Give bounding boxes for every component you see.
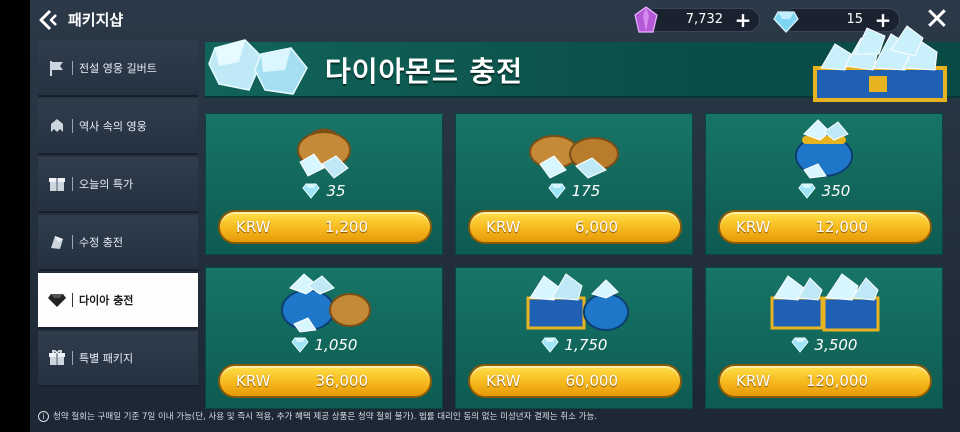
diamond-icon	[798, 183, 816, 199]
package-card[interactable]: 3,500 KRW 120,000	[705, 267, 943, 409]
add-crystal-button[interactable]: +	[733, 10, 753, 30]
price-value: 60,000	[565, 372, 619, 390]
price-currency: KRW	[486, 218, 521, 236]
price-currency: KRW	[736, 372, 771, 390]
sidebar: 전설 영웅 길버트 역사 속의 영웅 오늘의 특가 수정 충전 다이아 충전 특…	[38, 41, 198, 405]
refund-notice-text: 청약 철회는 구매일 기준 7일 이내 가능(단, 사용 및 즉시 적용, 추가…	[53, 412, 597, 422]
package-art	[529, 135, 619, 179]
footer-notice: i 청약 철회는 구매일 기준 7일 이내 가능(단, 사용 및 즉시 적용, …	[38, 410, 597, 422]
price-value: 36,000	[315, 372, 369, 390]
package-art	[526, 273, 629, 331]
treasure-chest-illustration	[813, 25, 947, 102]
sidebar-item-special-package[interactable]: 특별 패키지	[38, 331, 198, 387]
diamond-icon	[302, 183, 321, 199]
package-art	[795, 119, 853, 179]
diamond-amount-row: 350	[706, 182, 942, 200]
diamond-amount-row: 1,050	[206, 336, 442, 354]
sidebar-item-label: 수정 충전	[79, 236, 123, 249]
package-art	[770, 273, 880, 332]
package-art	[297, 128, 351, 179]
sidebar-item-label: 다이아 충전	[79, 294, 134, 307]
sidebar-item-label: 특별 패키지	[79, 352, 134, 365]
diamond-amount: 350	[821, 182, 851, 200]
package-card[interactable]: 35 KRW 1,200	[205, 113, 443, 255]
buy-button[interactable]: KRW 1,200	[218, 210, 432, 244]
price-currency: KRW	[236, 372, 271, 390]
diamond-amount-row: 175	[456, 182, 692, 200]
diamond-amount: 35	[326, 182, 346, 200]
buy-button[interactable]: KRW 12,000	[718, 210, 932, 244]
price-value: 12,000	[815, 218, 869, 236]
diamond-icon	[548, 183, 566, 199]
info-icon: i	[38, 410, 49, 422]
diamond-amount: 1,050	[314, 336, 358, 354]
price-currency: KRW	[486, 372, 521, 390]
buy-button[interactable]: KRW 120,000	[718, 364, 932, 398]
diamonds-illustration	[208, 39, 308, 95]
gift-icon	[46, 347, 68, 369]
diamond-icon	[540, 337, 559, 353]
back-arrow-icon	[39, 9, 57, 31]
package-card[interactable]: 1,050 KRW 36,000	[205, 267, 443, 409]
package-art	[281, 273, 371, 333]
price-value: 6,000	[575, 218, 618, 236]
diamond-amount: 175	[571, 182, 601, 200]
diamond-amount-row: 35	[206, 182, 442, 200]
separator	[72, 351, 73, 365]
price-currency: KRW	[736, 218, 771, 236]
separator	[72, 177, 73, 191]
separator	[72, 293, 73, 307]
sidebar-item-historic-heroes[interactable]: 역사 속의 영웅	[38, 99, 198, 155]
sidebar-item-daily-deal[interactable]: 오늘의 특가	[38, 157, 198, 213]
sidebar-item-crystal-charge[interactable]: 수정 충전	[38, 215, 198, 271]
shop-screen: 패키지샵 7,732 + 15 + ✕ 전설 영웅 길버트 역사 속의 영웅 오…	[30, 0, 960, 432]
diamond-amount-row: 3,500	[706, 336, 942, 354]
crystal-value: 7,732	[685, 12, 723, 27]
package-card[interactable]: 350 KRW 12,000	[705, 113, 943, 255]
buy-button[interactable]: KRW 6,000	[468, 210, 682, 244]
crystal-icon	[46, 231, 68, 253]
separator	[72, 61, 73, 75]
back-button[interactable]	[36, 6, 62, 34]
buy-button[interactable]: KRW 36,000	[218, 364, 432, 398]
diamond-icon	[290, 337, 309, 353]
sidebar-item-legendary-hero[interactable]: 전설 영웅 길버트	[38, 41, 198, 97]
banner-title: 다이아몬드 충전	[325, 55, 524, 88]
package-card[interactable]: 175 KRW 6,000	[455, 113, 693, 255]
sidebar-item-diamond-charge[interactable]: 다이아 충전	[38, 273, 198, 329]
package-card[interactable]: 1,750 KRW 60,000	[455, 267, 693, 409]
price-value: 1,200	[325, 218, 368, 236]
flag-icon	[46, 57, 68, 79]
diamond-amount: 3,500	[814, 336, 858, 354]
diamond-amount-row: 1,750	[456, 336, 692, 354]
diamond-amount: 1,750	[564, 336, 608, 354]
page-title: 패키지샵	[68, 11, 124, 29]
sidebar-item-label: 전설 영웅 길버트	[79, 62, 157, 75]
separator	[72, 235, 73, 249]
price-value: 120,000	[805, 372, 868, 390]
box-icon	[46, 173, 68, 195]
separator	[72, 119, 73, 133]
price-currency: KRW	[236, 218, 271, 236]
diamond-icon	[46, 289, 68, 311]
diamond-icon	[790, 337, 809, 353]
category-banner: 다이아몬드 충전	[205, 25, 960, 102]
buy-button[interactable]: KRW 60,000	[468, 364, 682, 398]
crystal-currency: 7,732 +	[634, 6, 760, 33]
sidebar-item-label: 역사 속의 영웅	[79, 120, 147, 133]
crystal-icon	[634, 6, 658, 33]
sidebar-item-label: 오늘의 특가	[79, 178, 134, 191]
helmet-icon	[46, 115, 68, 137]
